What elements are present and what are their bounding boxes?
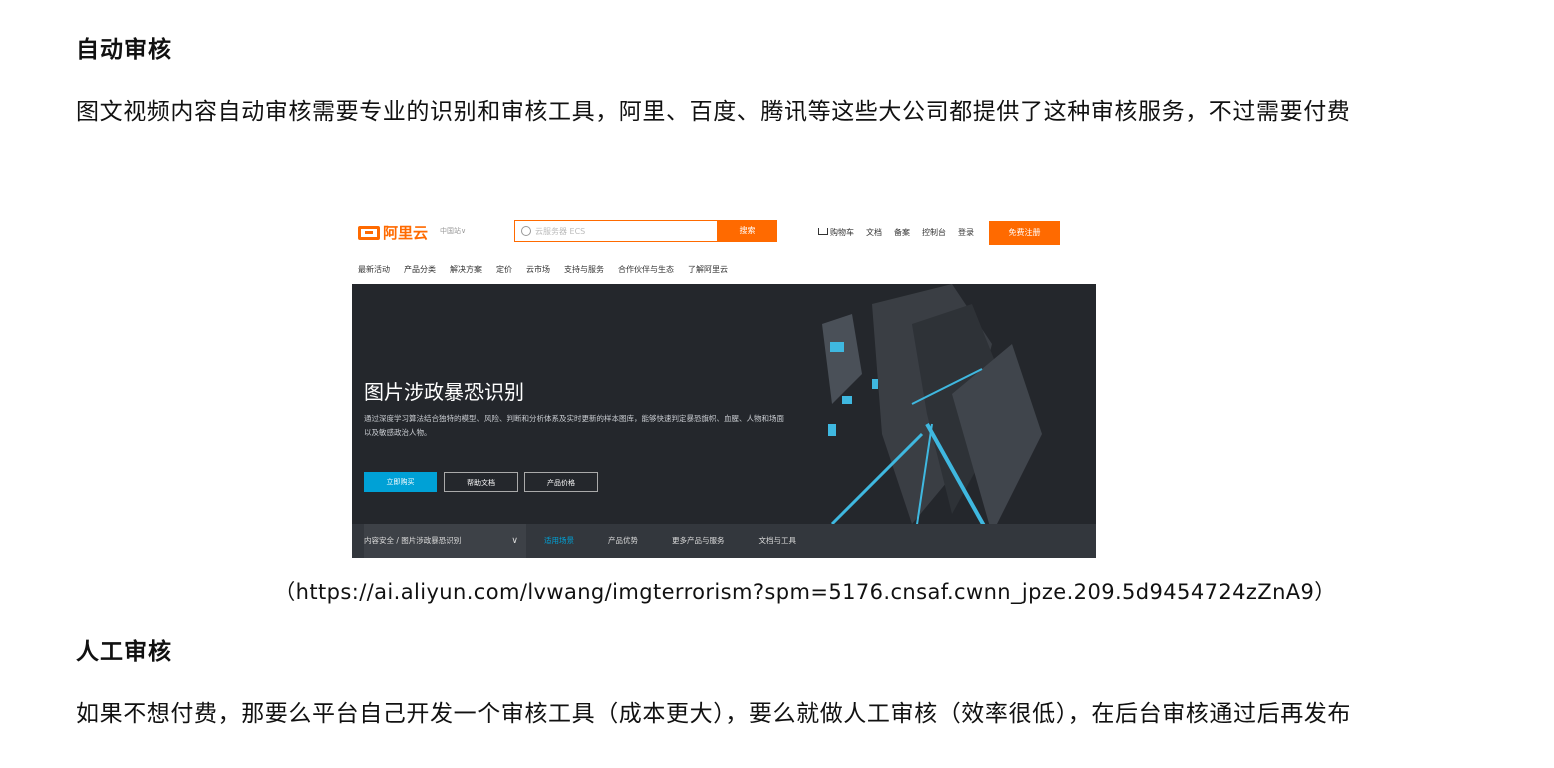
section-paragraph-manual-review: 如果不想付费，那要么平台自己开发一个审核工具（成本更大），要么就做人工审核（效率… bbox=[76, 701, 1351, 727]
region-selector: 中国站∨ bbox=[440, 227, 467, 235]
aliyun-logo: 阿里云 bbox=[358, 222, 428, 243]
hero-description: 通过深度学习算法结合独特的模型、风险、判断和分析体系及实时更新的样本图库，能够快… bbox=[364, 414, 784, 437]
tab-more-products: 更多产品与服务 bbox=[672, 536, 725, 545]
aliyun-topbar: 阿里云 中国站∨ 云服务器 ECS 搜索 购物车 文档 备案 控制台 登录 免费… bbox=[352, 208, 1096, 256]
chevron-down-icon: ∨ bbox=[511, 536, 518, 546]
cart-icon bbox=[818, 228, 828, 235]
nav-item: 云市场 bbox=[526, 265, 550, 274]
search-icon bbox=[521, 226, 531, 236]
register-button: 免费注册 bbox=[989, 221, 1060, 245]
nav-item: 定价 bbox=[496, 265, 512, 274]
tab-advantages: 产品优势 bbox=[608, 536, 638, 545]
buy-now-button: 立即购买 bbox=[364, 472, 437, 492]
aliyun-logo-icon bbox=[358, 225, 380, 240]
product-price-button: 产品价格 bbox=[524, 472, 598, 492]
breadcrumb: 内容安全 / 图片涉政暴恐识别 ∨ bbox=[364, 524, 526, 558]
nav-item: 最新活动 bbox=[358, 265, 390, 274]
top-links: 购物车 文档 备案 控制台 登录 bbox=[818, 227, 974, 238]
login-link: 登录 bbox=[958, 228, 974, 237]
console-link: 控制台 bbox=[922, 228, 946, 237]
image-caption-url: （https://ai.aliyun.com/lvwang/imgterrori… bbox=[274, 580, 1336, 604]
filing-link: 备案 bbox=[894, 228, 910, 237]
nav-item: 了解阿里云 bbox=[688, 265, 728, 274]
hero-title: 图片涉政暴恐识别 bbox=[364, 380, 524, 404]
cart-link: 购物车 bbox=[818, 227, 854, 238]
nav-item: 产品分类 bbox=[404, 265, 436, 274]
tab-docs-tools: 文档与工具 bbox=[758, 536, 797, 545]
help-docs-button: 帮助文档 bbox=[444, 472, 518, 492]
section-heading-auto-review: 自动审核 bbox=[76, 37, 172, 63]
embedded-aliyun-screenshot: 阿里云 中国站∨ 云服务器 ECS 搜索 购物车 文档 备案 控制台 登录 免费… bbox=[352, 208, 1096, 558]
section-paragraph-auto-review: 图文视频内容自动审核需要专业的识别和审核工具，阿里、百度、腾讯等这些大公司都提供… bbox=[76, 99, 1351, 125]
docs-link: 文档 bbox=[866, 228, 882, 237]
hero-bottom-bar: 内容安全 / 图片涉政暴恐识别 ∨ 适用场景 产品优势 更多产品与服务 文档与工… bbox=[352, 524, 1096, 558]
nav-item: 解决方案 bbox=[450, 265, 482, 274]
sub-tabs: 适用场景 产品优势 更多产品与服务 文档与工具 bbox=[544, 524, 796, 558]
aliyun-nav: 最新活动 产品分类 解决方案 定价 云市场 支持与服务 合作伙伴与生态 了解阿里… bbox=[358, 264, 728, 275]
tab-scenarios: 适用场景 bbox=[544, 536, 574, 545]
search-button: 搜索 bbox=[718, 220, 777, 242]
nav-item: 合作伙伴与生态 bbox=[618, 265, 674, 274]
section-heading-manual-review: 人工审核 bbox=[76, 639, 172, 665]
search-input: 云服务器 ECS bbox=[514, 220, 718, 242]
nav-item: 支持与服务 bbox=[564, 265, 604, 274]
hero-banner: 图片涉政暴恐识别 通过深度学习算法结合独特的模型、风险、判断和分析体系及实时更新… bbox=[352, 284, 1096, 558]
